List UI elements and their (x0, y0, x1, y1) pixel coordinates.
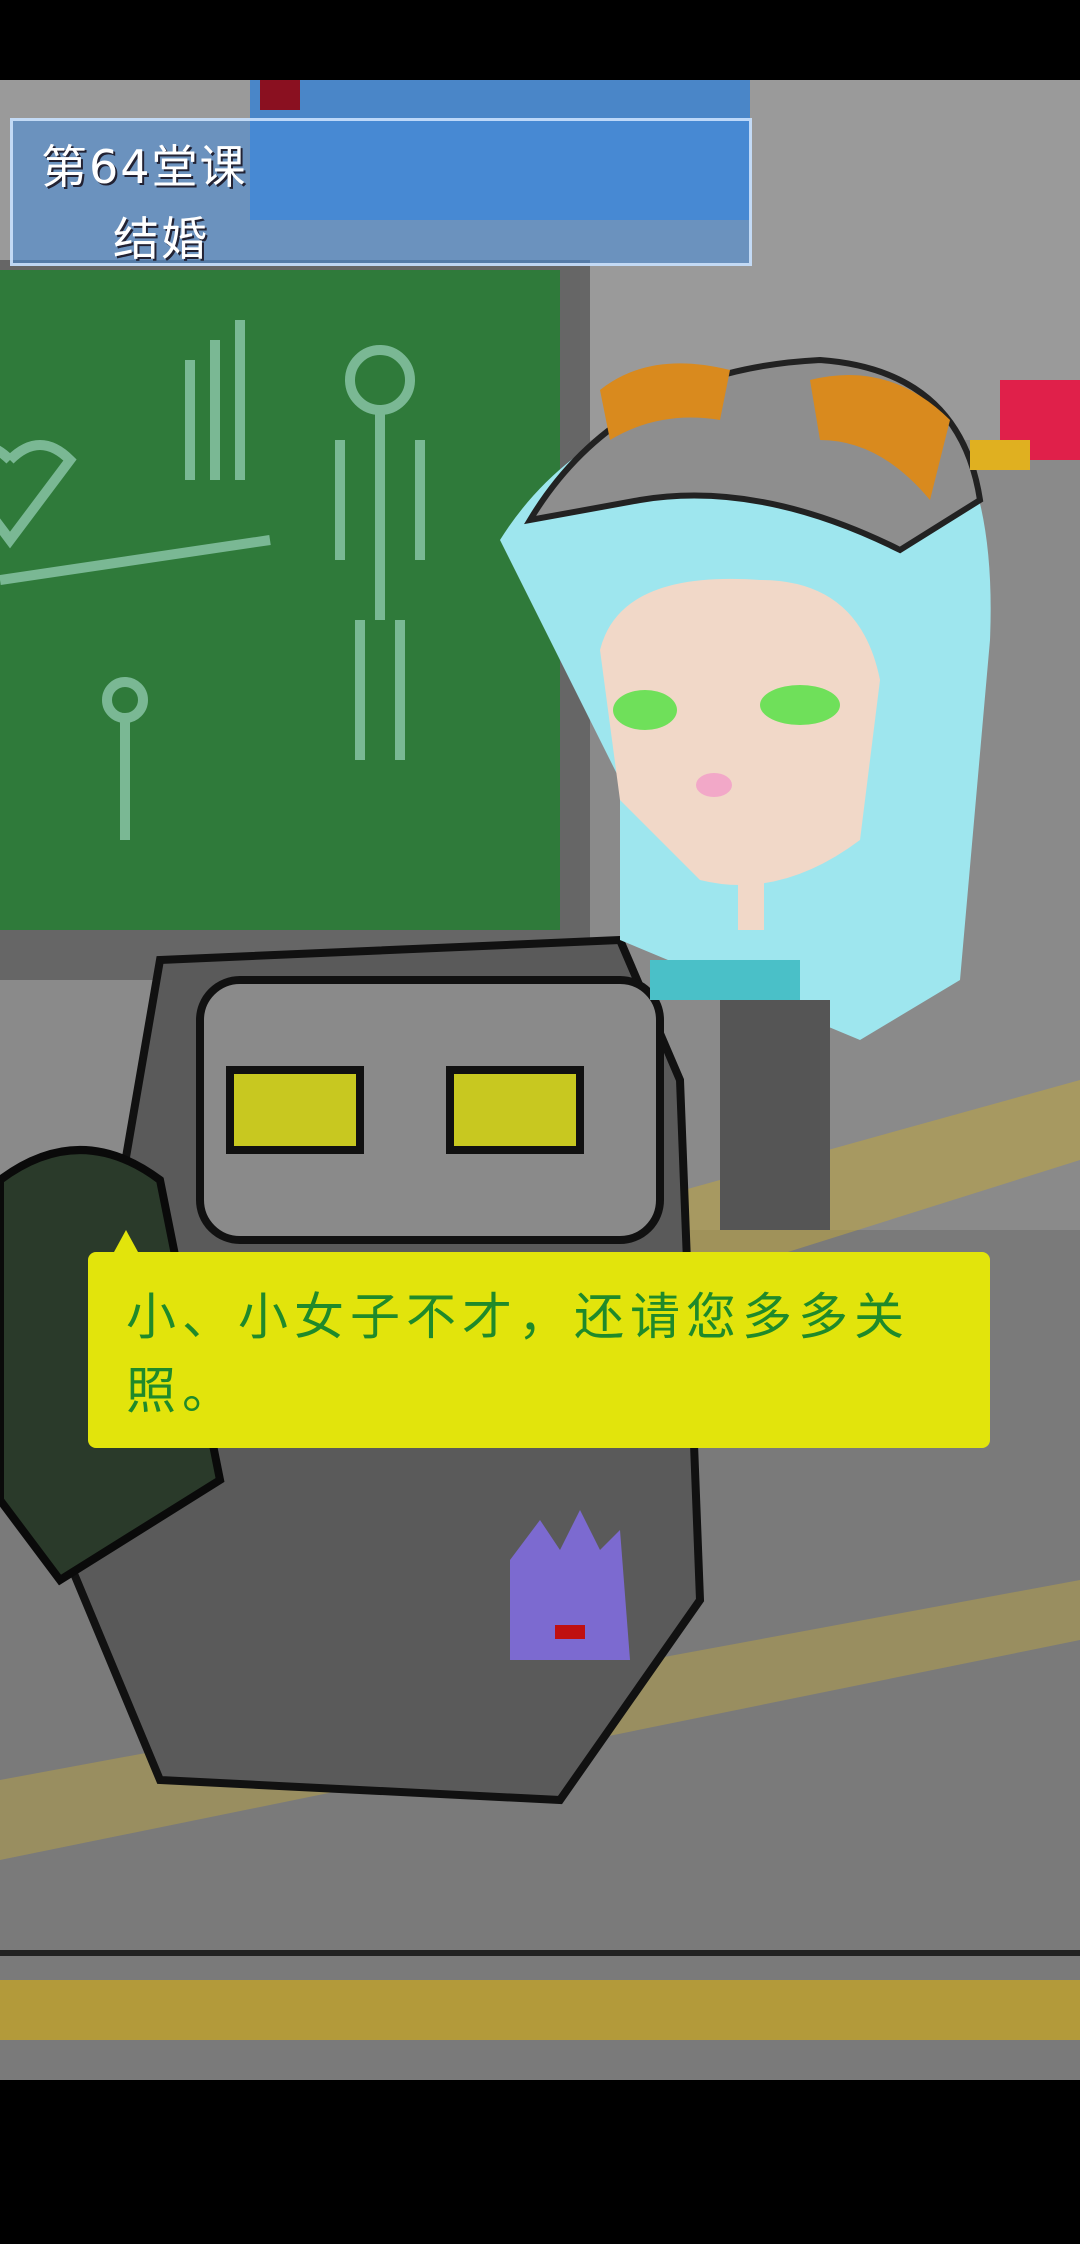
girl-torso (720, 1000, 830, 1230)
floor-edge-line (0, 1950, 1080, 1956)
ghost-mouth (555, 1625, 585, 1639)
floor-edge-stripe (0, 1980, 1080, 2040)
girl-collar (650, 960, 800, 1000)
chalkboard (0, 270, 560, 930)
lesson-banner: 第64堂课 结婚 (10, 118, 752, 266)
lesson-number: 第64堂课 (41, 140, 248, 194)
robot-eye-right (446, 1066, 584, 1154)
girl-eye-right (760, 685, 840, 725)
wall-detail (260, 80, 300, 110)
game-scene[interactable] (0, 80, 1080, 2080)
lesson-title: 结婚 (113, 212, 209, 266)
girl-eye-left (613, 690, 677, 730)
girl-mouth (696, 773, 732, 797)
yellow-device (970, 440, 1030, 470)
dialog-text: 小、小女子不才，还请您多多关照。 (126, 1288, 910, 1420)
scene-artwork (0, 80, 1080, 2080)
girl-neck (738, 840, 764, 930)
robot-eye-left (226, 1066, 364, 1154)
dialog-box[interactable]: 小、小女子不才，还请您多多关照。 (88, 1230, 990, 1448)
